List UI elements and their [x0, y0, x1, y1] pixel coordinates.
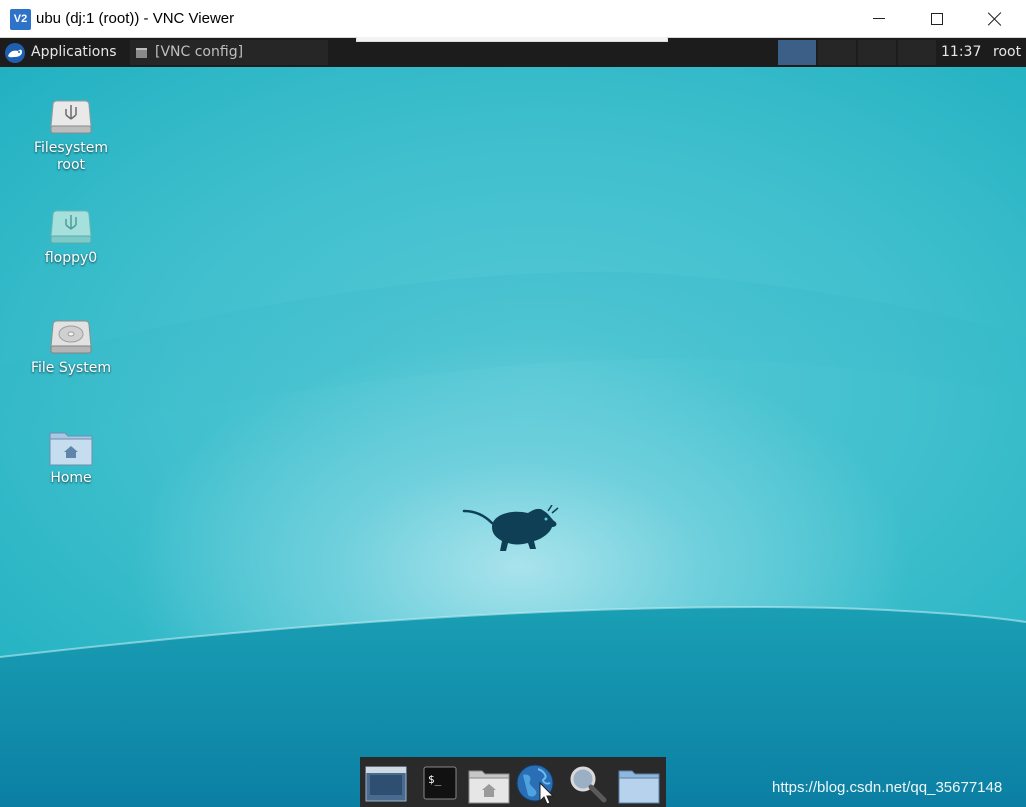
- dock-file-manager-button[interactable]: [466, 761, 512, 805]
- bottom-dock: $_: [360, 757, 666, 807]
- dock-folder-button[interactable]: [616, 761, 662, 805]
- taskbar-item-label: [VNC config]: [155, 44, 244, 60]
- workspace-2-button[interactable]: [818, 40, 856, 65]
- desktop-icon-file-system[interactable]: File System: [26, 317, 116, 377]
- usb-drive-icon: [50, 210, 92, 244]
- vnc-toolbar-handle[interactable]: [356, 37, 668, 42]
- vnc-viewer-app-icon[interactable]: V2: [10, 9, 31, 30]
- watermark-url: https://blog.csdn.net/qq_35677148: [772, 779, 1003, 796]
- desktop-icon-label: floppy0: [44, 250, 98, 266]
- taskbar-item-vnc-config[interactable]: [VNC config]: [130, 40, 328, 65]
- workspace-3-button[interactable]: [858, 40, 896, 65]
- file-manager-icon: [468, 770, 510, 804]
- desktop-icon-floppy0[interactable]: floppy0: [26, 207, 116, 267]
- desktop-icon-filesystem-root[interactable]: Filesystem root: [26, 97, 116, 174]
- svg-text:$_: $_: [428, 773, 442, 786]
- desktop[interactable]: Filesystem root floppy0 File System Home: [0, 67, 1026, 807]
- web-browser-icon: [516, 764, 555, 805]
- applications-label: Applications: [31, 44, 117, 60]
- vnc-viewer-window: V2 ubu (dj:1 (root)) - VNC Viewer Applic…: [0, 0, 1026, 807]
- workspace-1-button[interactable]: [778, 40, 816, 65]
- desktop-icon-label: File System: [30, 360, 112, 376]
- dock-terminal-button[interactable]: $_: [416, 761, 462, 805]
- minimize-icon: [873, 18, 885, 19]
- dock-web-browser-button[interactable]: [514, 761, 560, 805]
- maximize-icon: [931, 12, 943, 25]
- desktop-icon-label: Filesystem root: [33, 140, 109, 173]
- minimize-button[interactable]: [850, 0, 908, 37]
- window-titlebar[interactable]: V2 ubu (dj:1 (root)) - VNC Viewer: [0, 0, 1026, 38]
- workspace-4-button[interactable]: [898, 40, 936, 65]
- panel-user-menu[interactable]: root: [993, 44, 1021, 60]
- xfce-mouse-icon: [5, 43, 25, 63]
- home-folder-icon: [49, 432, 93, 466]
- window-title: ubu (dj:1 (root)) - VNC Viewer: [36, 10, 235, 27]
- xfce-top-panel: Applications [VNC config] 11:37 root: [0, 38, 1026, 67]
- magnifier-search-icon: [570, 766, 607, 803]
- xfce-mouse-logo: [462, 505, 559, 551]
- desktop-icon-label: Home: [50, 470, 92, 486]
- show-desktop-icon: [365, 766, 407, 802]
- folder-icon: [618, 770, 660, 804]
- applications-menu-button[interactable]: Applications: [0, 38, 126, 67]
- desktop-icon-home[interactable]: Home: [26, 427, 116, 487]
- wallpaper-wave: [0, 271, 1026, 807]
- terminal-icon: $_: [423, 766, 457, 800]
- maximize-button[interactable]: [908, 0, 966, 37]
- usb-drive-icon: [50, 100, 92, 134]
- close-icon: [988, 12, 1002, 26]
- window-icon: [136, 48, 147, 58]
- dock-show-desktop-button[interactable]: [362, 761, 408, 805]
- close-button[interactable]: [966, 0, 1024, 37]
- dock-app-finder-button[interactable]: [564, 761, 610, 805]
- hard-disk-icon: [50, 320, 92, 354]
- panel-clock[interactable]: 11:37: [941, 44, 981, 60]
